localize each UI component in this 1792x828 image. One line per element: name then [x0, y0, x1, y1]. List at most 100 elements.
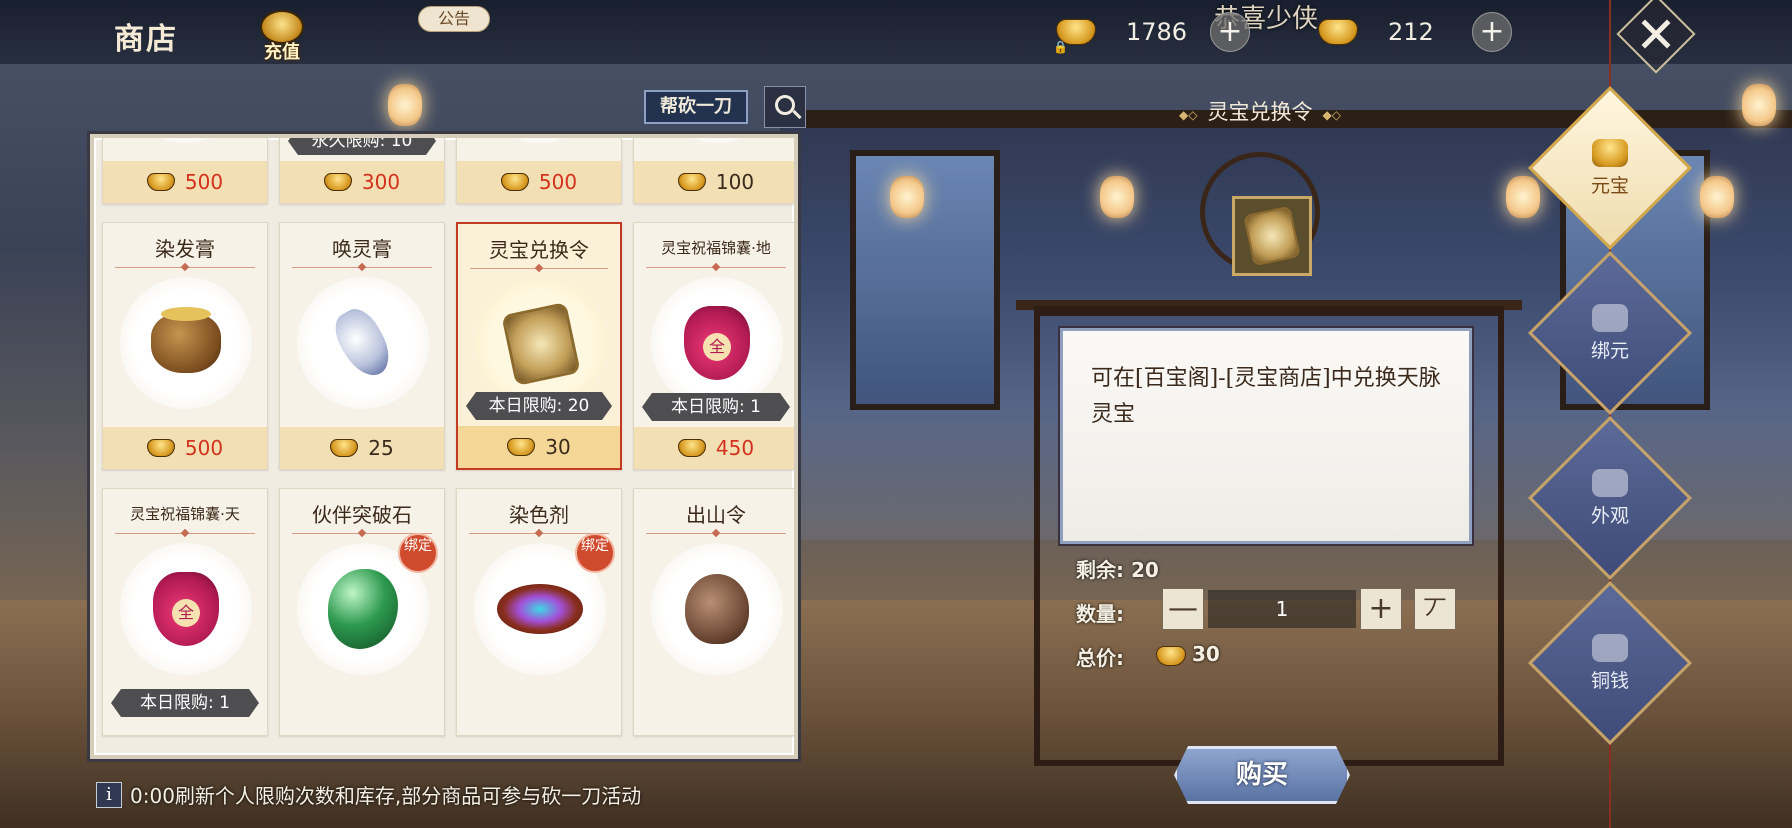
copper-coin-icon: [1592, 633, 1628, 662]
divider: [292, 267, 432, 268]
lantern-icon: [890, 176, 924, 218]
ingot-icon: [500, 173, 529, 191]
ingot-icon: [677, 173, 706, 191]
tip-text: 0:00刷新个人限购次数和库存,部分商品可参与砍一刀活动: [130, 784, 642, 808]
background-window: [850, 150, 1000, 410]
item-image-frame: [297, 277, 429, 409]
price-bar: 500: [103, 161, 267, 203]
category-tab-ingot[interactable]: 元宝: [1552, 110, 1668, 226]
lantern-icon: [1742, 84, 1776, 126]
item-image-frame: [120, 138, 252, 143]
category-tab-outfit[interactable]: 外观: [1552, 440, 1668, 556]
purchase-limit-badge: 本日限购: 1: [111, 689, 259, 717]
page-title: 商店: [114, 22, 178, 57]
recharge-button[interactable]: 充值: [252, 10, 312, 72]
add-gold-currency-button[interactable]: +: [1472, 12, 1512, 52]
item-card-blessing-pouch-heaven[interactable]: 灵宝祝福锦囊·天 本日限购: 1: [102, 488, 268, 736]
ingot-icon: [146, 439, 175, 457]
item-card[interactable]: 500: [102, 138, 268, 204]
item-card-breakthrough-stone[interactable]: 伙伴突破石 绑定: [279, 488, 445, 736]
remaining-value: 20: [1130, 558, 1159, 582]
divider: [115, 267, 255, 268]
item-card-hair-dye[interactable]: 染发膏 500: [102, 222, 268, 470]
category-label: 元宝: [1590, 174, 1629, 197]
info-icon[interactable]: i: [96, 781, 122, 808]
item-card[interactable]: 永久限购: 10 300: [279, 134, 445, 204]
divider: [646, 533, 786, 534]
item-price: 500: [538, 170, 578, 194]
item-name: 灵宝祝福锦囊·地: [661, 239, 771, 257]
notice-button[interactable]: 公告: [418, 6, 490, 32]
item-card[interactable]: 100: [633, 138, 794, 204]
item-price: 450: [715, 436, 755, 460]
bound-ingot-icon: [1592, 303, 1628, 332]
item-price: 500: [184, 170, 224, 194]
item-price: 500: [184, 436, 224, 460]
category-tab-bound-ingot[interactable]: 绑元: [1552, 275, 1668, 391]
purchase-limit-badge: 本日限购: 20: [466, 392, 612, 420]
item-card-dye[interactable]: 染色剂 绑定: [456, 488, 622, 736]
total-value: 30: [1192, 642, 1220, 666]
item-name: 伙伴突破石: [312, 503, 412, 527]
quantity-label: 数量:: [1076, 602, 1124, 626]
item-name: 出山令: [686, 503, 746, 527]
item-card-departure-token[interactable]: 出山令: [633, 488, 794, 736]
currency-locked-value: 1786: [1126, 18, 1188, 46]
jade-icon: [328, 569, 398, 649]
ingot-icon: [677, 439, 706, 457]
quantity-increase-button[interactable]: +: [1360, 588, 1402, 630]
search-icon-handle: [792, 109, 802, 120]
grid-row: 灵宝祝福锦囊·天 本日限购: 1 伙伴突破石 绑定 染色剂 绑定 出山令: [102, 488, 794, 736]
detail-title: 灵宝兑换令: [1150, 96, 1370, 126]
currency-gold: 212 +: [1318, 12, 1512, 52]
item-card-treasure-token[interactable]: 灵宝兑换令 本日限购: 20 30: [456, 222, 622, 470]
purchase-limit-badge: 永久限购: 10: [288, 134, 436, 155]
item-card-blessing-pouch-earth[interactable]: 灵宝祝福锦囊·地 本日限购: 1 450: [633, 222, 794, 470]
item-card[interactable]: 500: [456, 138, 622, 204]
remaining-row: 剩余: 20: [1076, 554, 1159, 583]
add-locked-currency-button[interactable]: +: [1210, 12, 1250, 52]
divider: [470, 268, 608, 269]
ingot-icon: [507, 438, 536, 456]
price-bar: 100: [634, 161, 794, 203]
token-icon: [1243, 205, 1301, 267]
item-image-frame: [120, 277, 252, 409]
description-scroll: 可在[百宝阁]-[灵宝商店]中兑换天脉灵宝: [1060, 328, 1472, 544]
price-bar: 30: [458, 426, 620, 468]
item-image-frame: [651, 138, 783, 143]
currency-locked: 1786 +: [1053, 12, 1250, 54]
item-price: 25: [368, 436, 394, 460]
quantity-max-button[interactable]: 丆: [1414, 588, 1456, 630]
ingot-icon: [1156, 646, 1186, 666]
item-price: 100: [715, 170, 755, 194]
grid-row: 500 永久限购: 10 300 500 100: [102, 134, 794, 204]
currency-gold-value: 212: [1388, 18, 1434, 46]
item-image-frame: [120, 543, 252, 675]
lantern-icon: [1700, 176, 1734, 218]
item-card-spirit-ointment[interactable]: 唤灵膏 25: [279, 222, 445, 470]
item-grid-panel[interactable]: 500 永久限购: 10 300 500 100 染发膏 500 唤灵膏 25 …: [90, 134, 798, 759]
recharge-label: 充值: [264, 42, 300, 63]
search-button[interactable]: [764, 86, 806, 128]
price-bar: 500: [457, 161, 621, 203]
price-bar: 500: [103, 427, 267, 469]
bound-badge: 绑定: [575, 533, 615, 573]
buy-button[interactable]: 购买: [1174, 746, 1350, 804]
divider: [646, 267, 786, 268]
quantity-decrease-button[interactable]: —: [1162, 588, 1204, 630]
remaining-label: 剩余:: [1076, 558, 1124, 582]
gourd-icon: [685, 574, 749, 644]
gold-ingot-icon: [1318, 19, 1358, 45]
category-tab-copper[interactable]: 铜钱: [1552, 605, 1668, 721]
quantity-input[interactable]: 1: [1208, 590, 1356, 628]
item-price: 30: [545, 435, 571, 459]
bargain-button[interactable]: 帮砍一刀: [644, 90, 748, 124]
lantern-icon: [388, 84, 422, 126]
detail-item-icon: [1232, 196, 1312, 276]
pouch-icon: [153, 572, 219, 646]
refresh-tip: i 0:00刷新个人限购次数和库存,部分商品可参与砍一刀活动: [96, 780, 641, 809]
grid-row: 染发膏 500 唤灵膏 25 灵宝兑换令 本日限购: 20 30 灵宝祝福锦囊·…: [102, 222, 794, 470]
category-label: 铜钱: [1590, 669, 1629, 692]
item-image-frame: [475, 278, 607, 410]
ingot-icon: [323, 173, 352, 191]
